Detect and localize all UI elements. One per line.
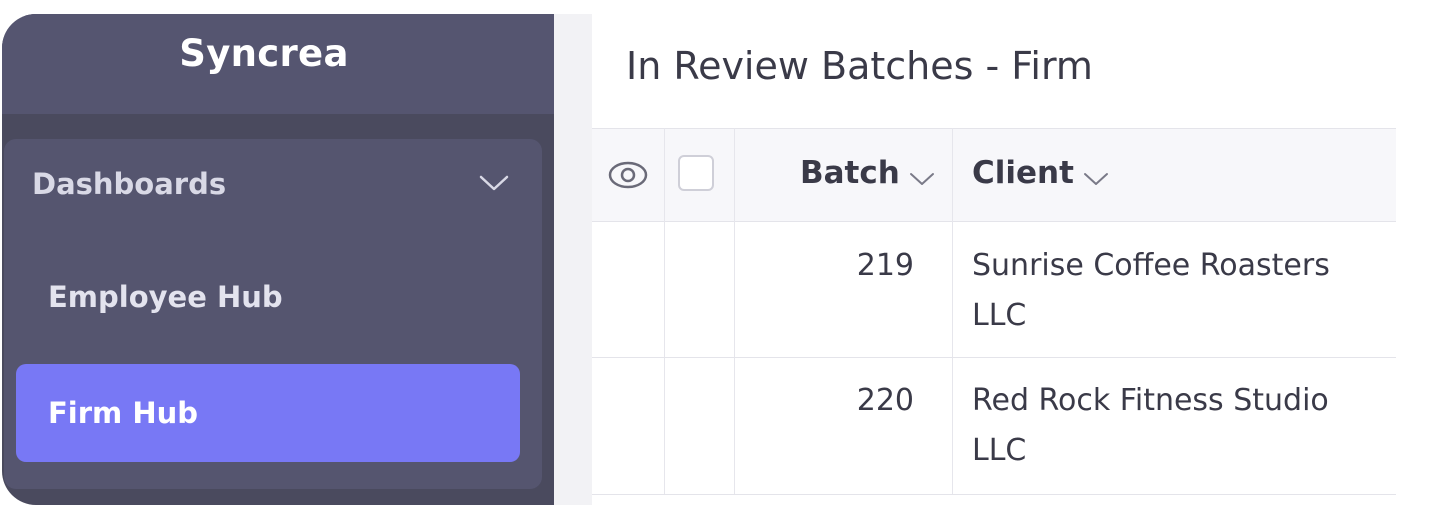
table-header: Batch Client	[592, 128, 1396, 222]
client-cell-line2: LLC	[972, 433, 1027, 468]
table-row[interactable]: 220 Red Rock Fitness Studio LLC	[592, 358, 1396, 495]
select-all-checkbox[interactable]	[678, 155, 714, 191]
brand-logo-text[interactable]: Syncrea	[2, 32, 526, 75]
chevron-down-icon[interactable]	[908, 171, 936, 187]
sidebar-section-label: Dashboards	[32, 167, 227, 201]
sidebar-item-firm-hub[interactable]: Firm Hub	[16, 364, 520, 462]
column-header-batch[interactable]: Batch	[800, 155, 900, 191]
brand-bar: Syncrea	[2, 14, 554, 114]
client-cell-line1: Sunrise Coffee Roasters	[972, 248, 1330, 283]
nav-panel: Dashboards Employee Hub Firm Hub	[4, 139, 542, 489]
chevron-down-icon[interactable]	[1082, 171, 1110, 187]
main-gutter	[554, 14, 592, 505]
column-header-client[interactable]: Client	[972, 155, 1074, 191]
sidebar-section-dashboards[interactable]: Dashboards	[4, 139, 542, 233]
chevron-down-icon[interactable]	[478, 173, 510, 193]
sidebar-item-label: Firm Hub	[48, 396, 199, 430]
page-title: In Review Batches - Firm	[626, 44, 1093, 88]
sidebar: Syncrea Dashboards Employee Hub Firm Hub	[2, 14, 554, 505]
main-content: In Review Batches - Firm Batch Client 21…	[554, 14, 1396, 505]
sidebar-item-label: Employee Hub	[48, 280, 283, 314]
client-cell-line1: Red Rock Fitness Studio	[972, 383, 1329, 418]
client-cell-line2: LLC	[972, 298, 1027, 333]
table-row[interactable]: 219 Sunrise Coffee Roasters LLC	[592, 221, 1396, 358]
sidebar-item-employee-hub[interactable]: Employee Hub	[16, 248, 520, 346]
app-window: Syncrea Dashboards Employee Hub Firm Hub…	[0, 12, 1436, 507]
batch-cell: 220	[856, 383, 914, 418]
batch-cell: 219	[856, 248, 914, 283]
eye-icon[interactable]	[608, 160, 648, 190]
batches-table: Batch Client 219 Sunrise Coffee Roasters…	[592, 128, 1396, 495]
